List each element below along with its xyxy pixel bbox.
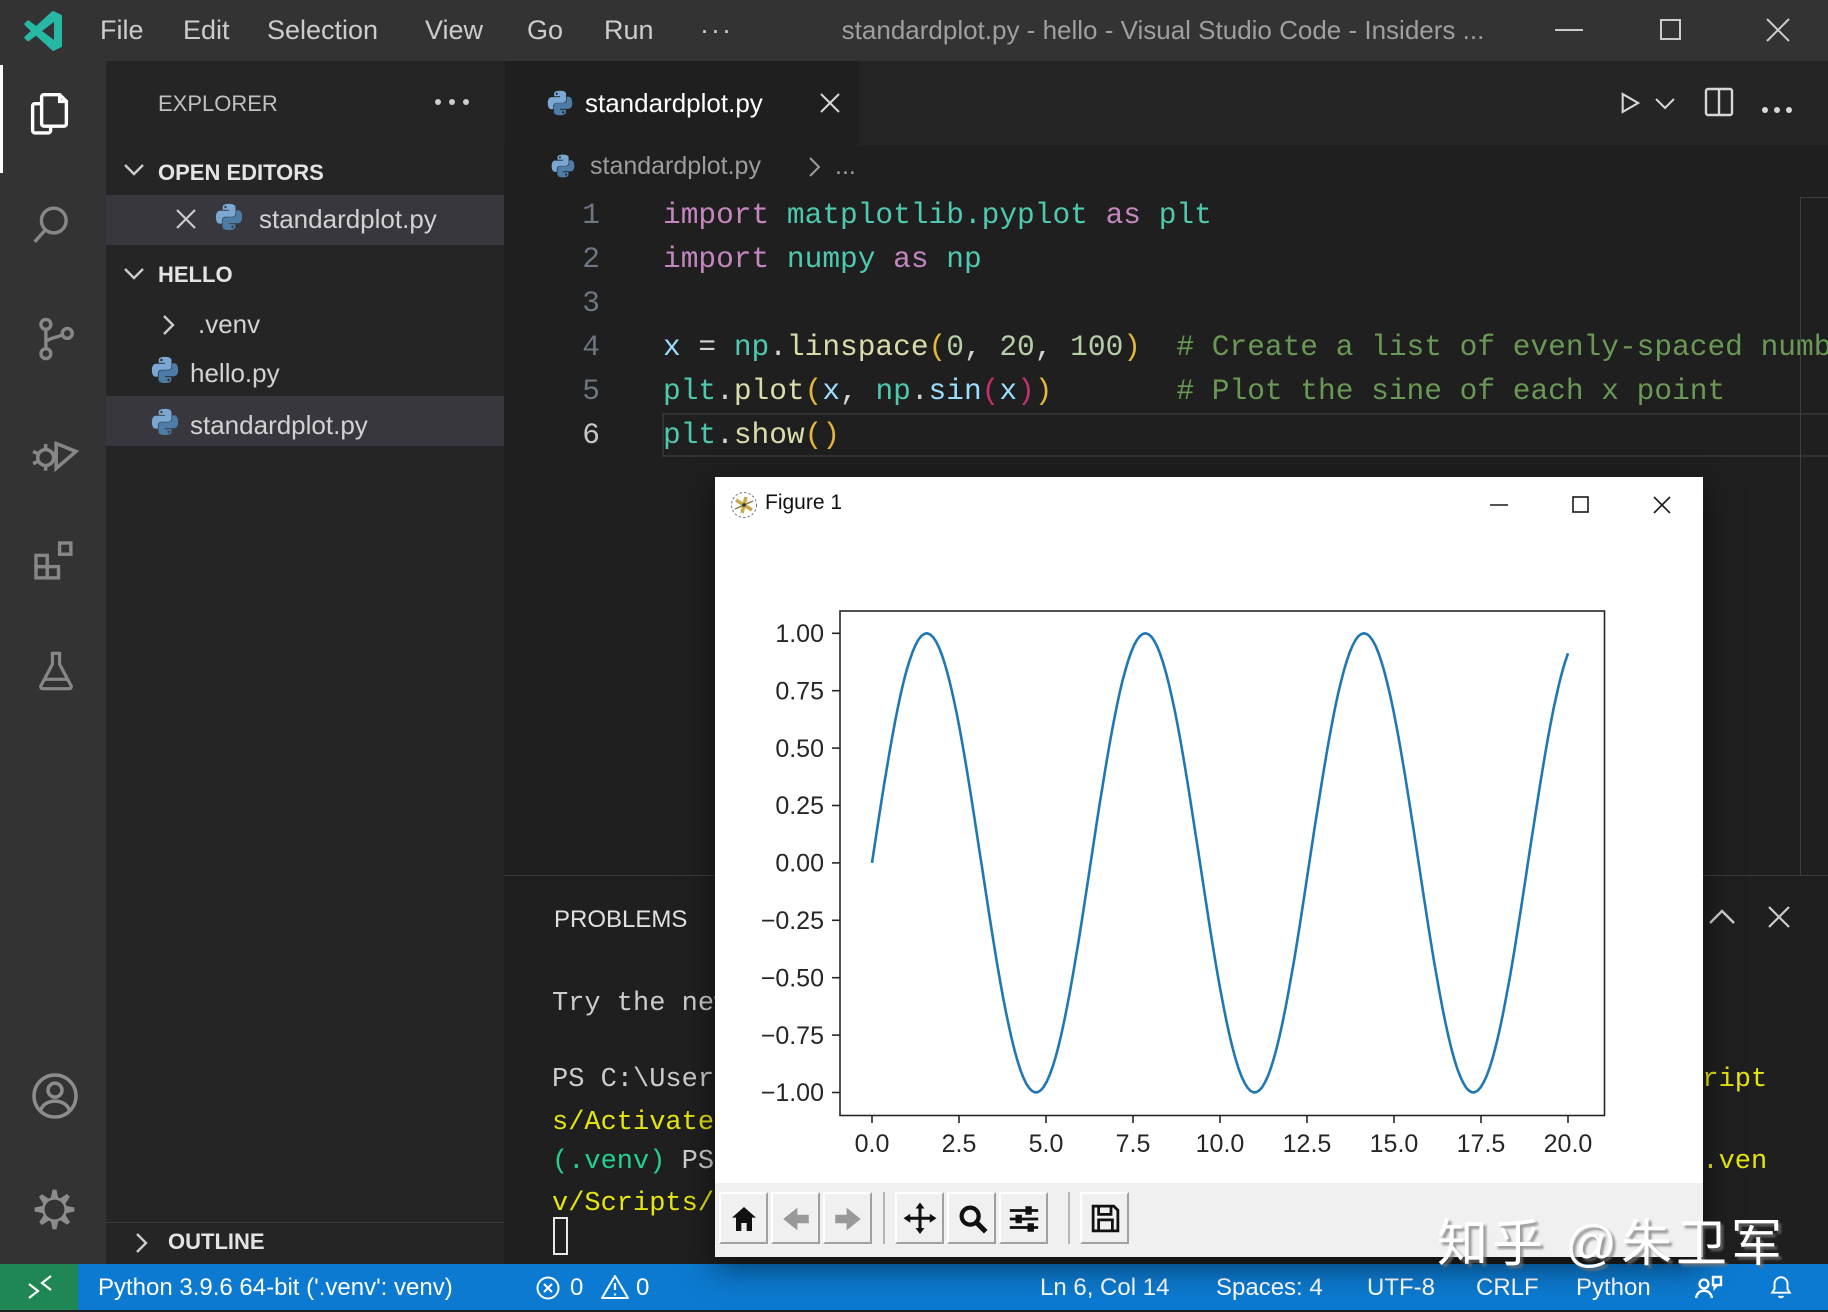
svg-text:0.0: 0.0 [855, 1130, 890, 1158]
svg-text:−0.25: −0.25 [761, 907, 824, 935]
svg-text:10.0: 10.0 [1196, 1130, 1245, 1158]
svg-text:20.0: 20.0 [1544, 1130, 1593, 1158]
svg-text:0.25: 0.25 [775, 792, 824, 820]
svg-text:2.5: 2.5 [942, 1130, 977, 1158]
svg-text:−1.00: −1.00 [761, 1079, 824, 1107]
svg-text:0.50: 0.50 [775, 735, 824, 763]
svg-text:−0.50: −0.50 [761, 964, 824, 992]
svg-text:7.5: 7.5 [1116, 1130, 1151, 1158]
svg-text:0.75: 0.75 [775, 677, 824, 705]
svg-text:12.5: 12.5 [1283, 1130, 1332, 1158]
svg-text:17.5: 17.5 [1457, 1130, 1506, 1158]
svg-text:0.00: 0.00 [775, 850, 824, 878]
svg-text:5.0: 5.0 [1029, 1130, 1064, 1158]
svg-text:15.0: 15.0 [1370, 1130, 1419, 1158]
svg-text:−0.75: −0.75 [761, 1022, 824, 1050]
svg-text:1.00: 1.00 [775, 620, 824, 648]
